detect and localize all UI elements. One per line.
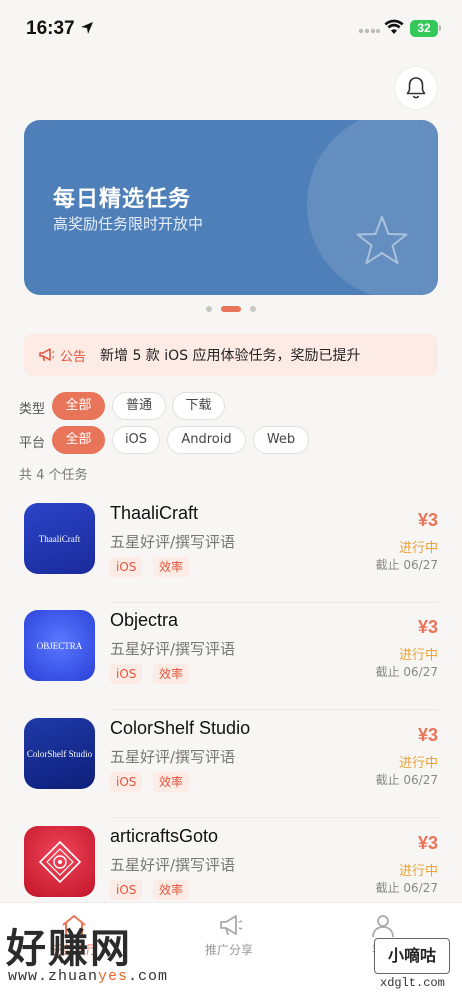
task-deadline: 截止 06/27 bbox=[375, 558, 438, 572]
divider bbox=[110, 709, 438, 710]
platform-chip-android[interactable]: Android bbox=[167, 426, 246, 454]
battery-tip bbox=[439, 25, 441, 31]
task-deadline: 截止 06/27 bbox=[375, 773, 438, 787]
tag-category: 效率 bbox=[153, 880, 190, 900]
type-chip-download[interactable]: 下载 bbox=[172, 392, 225, 420]
task-deadline: 截止 06/27 bbox=[375, 881, 438, 895]
banner-title: 每日精选任务 bbox=[53, 187, 192, 212]
task-status: 进行中 bbox=[398, 864, 438, 879]
battery-icon: 32 bbox=[410, 20, 438, 37]
type-chip-normal[interactable]: 普通 bbox=[112, 392, 166, 420]
megaphone-icon bbox=[39, 348, 55, 362]
wifi-icon bbox=[384, 19, 404, 34]
app-icon: ThaaliCraft bbox=[24, 503, 95, 574]
cellular-signal-icon bbox=[358, 28, 380, 34]
banner-pager bbox=[0, 306, 462, 314]
user-icon bbox=[372, 915, 394, 938]
task-name: ThaaliCraft bbox=[110, 503, 199, 523]
task-name: Objectra bbox=[110, 610, 179, 630]
tag-category: 效率 bbox=[153, 772, 190, 792]
type-chip-all[interactable]: 全部 bbox=[52, 392, 105, 420]
pager-dot[interactable] bbox=[206, 306, 212, 312]
tag-platform: iOS bbox=[110, 557, 143, 577]
task-description: 五星好评/撰写评语 bbox=[110, 533, 236, 551]
tag-platform: iOS bbox=[110, 880, 143, 900]
divider bbox=[110, 817, 438, 818]
tag-platform: iOS bbox=[110, 772, 143, 792]
ornament-icon bbox=[38, 840, 81, 883]
promo-banner[interactable]: 每日精选任务 高奖励任务限时开放中 bbox=[24, 120, 438, 295]
status-bar: 16:37 32 bbox=[0, 0, 462, 58]
task-description: 五星好评/撰写评语 bbox=[110, 640, 236, 658]
tab-share-label: 推广分享 bbox=[205, 943, 254, 957]
star-icon bbox=[356, 216, 408, 264]
task-description: 五星好评/撰写评语 bbox=[110, 856, 236, 874]
megaphone-icon bbox=[220, 915, 243, 936]
task-reward: ¥3 bbox=[417, 725, 438, 745]
task-name: ColorShelf Studio bbox=[110, 718, 251, 738]
app-icon: OBJECTRA bbox=[24, 610, 95, 681]
task-reward: ¥3 bbox=[417, 617, 438, 637]
platform-chip-web[interactable]: Web bbox=[253, 426, 309, 454]
banner-decoration bbox=[307, 120, 438, 295]
watermark-site: xdglt.com bbox=[380, 976, 445, 990]
task-row[interactable]: ColorShelf Studio ColorShelf Studio 五星好评… bbox=[0, 711, 462, 818]
task-count: 共 4 个任务 bbox=[19, 468, 88, 483]
pager-dot[interactable] bbox=[250, 306, 256, 312]
task-row[interactable]: OBJECTRA Objectra 五星好评/撰写评语 iOS 效率 ¥3 进行… bbox=[0, 603, 462, 710]
banner-subtitle: 高奖励任务限时开放中 bbox=[53, 215, 204, 233]
task-status: 进行中 bbox=[398, 648, 438, 663]
announcement-label: 公告 bbox=[60, 350, 87, 365]
task-status: 进行中 bbox=[398, 756, 438, 771]
task-description: 五星好评/撰写评语 bbox=[110, 748, 236, 766]
task-reward: ¥3 bbox=[417, 510, 438, 530]
pager-dot-active[interactable] bbox=[221, 306, 241, 312]
platform-filter-label: 平台 bbox=[19, 436, 46, 451]
watermark-url: www.zhuanyes.com bbox=[8, 968, 169, 985]
type-filter-label: 类型 bbox=[19, 402, 46, 417]
task-reward: ¥3 bbox=[417, 833, 438, 853]
platform-chip-ios[interactable]: iOS bbox=[112, 426, 160, 454]
announcement-text: 新增 5 款 iOS 应用体验任务，奖励已提升 bbox=[100, 348, 361, 364]
app-icon: ColorShelf Studio bbox=[24, 718, 95, 789]
watermark-box: 小嘀咕 bbox=[374, 938, 450, 974]
platform-chip-all[interactable]: 全部 bbox=[52, 426, 105, 454]
task-row[interactable]: ThaaliCraft ThaaliCraft 五星好评/撰写评语 iOS 效率… bbox=[0, 496, 462, 603]
app-icon bbox=[24, 826, 95, 897]
location-arrow-icon bbox=[81, 22, 93, 34]
tag-category: 效率 bbox=[153, 557, 190, 577]
task-status: 进行中 bbox=[398, 541, 438, 556]
announcement-bar[interactable]: 公告 新增 5 款 iOS 应用体验任务，奖励已提升 bbox=[24, 334, 438, 376]
watermark-logo: 好赚网 bbox=[6, 926, 132, 972]
task-name: articraftsGoto bbox=[110, 826, 219, 846]
tag-platform: iOS bbox=[110, 664, 143, 684]
notification-button[interactable] bbox=[394, 66, 438, 110]
bell-icon bbox=[406, 77, 426, 99]
tag-category: 效率 bbox=[153, 664, 190, 684]
task-deadline: 截止 06/27 bbox=[375, 665, 438, 679]
status-time: 16:37 bbox=[26, 18, 75, 39]
